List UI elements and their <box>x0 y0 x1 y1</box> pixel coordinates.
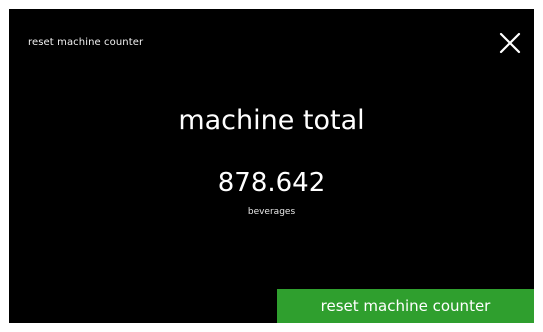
reset-machine-counter-button[interactable]: reset machine counter <box>277 289 534 323</box>
page-title: machine total <box>178 105 365 136</box>
counter-unit-label: beverages <box>247 207 296 217</box>
reset-machine-counter-screen: reset machine counter machine total 878.… <box>9 9 534 323</box>
close-button[interactable] <box>498 31 522 55</box>
close-icon <box>499 32 521 54</box>
screen-title: reset machine counter <box>28 37 144 48</box>
machine-total-count: 878.642 <box>217 168 326 198</box>
